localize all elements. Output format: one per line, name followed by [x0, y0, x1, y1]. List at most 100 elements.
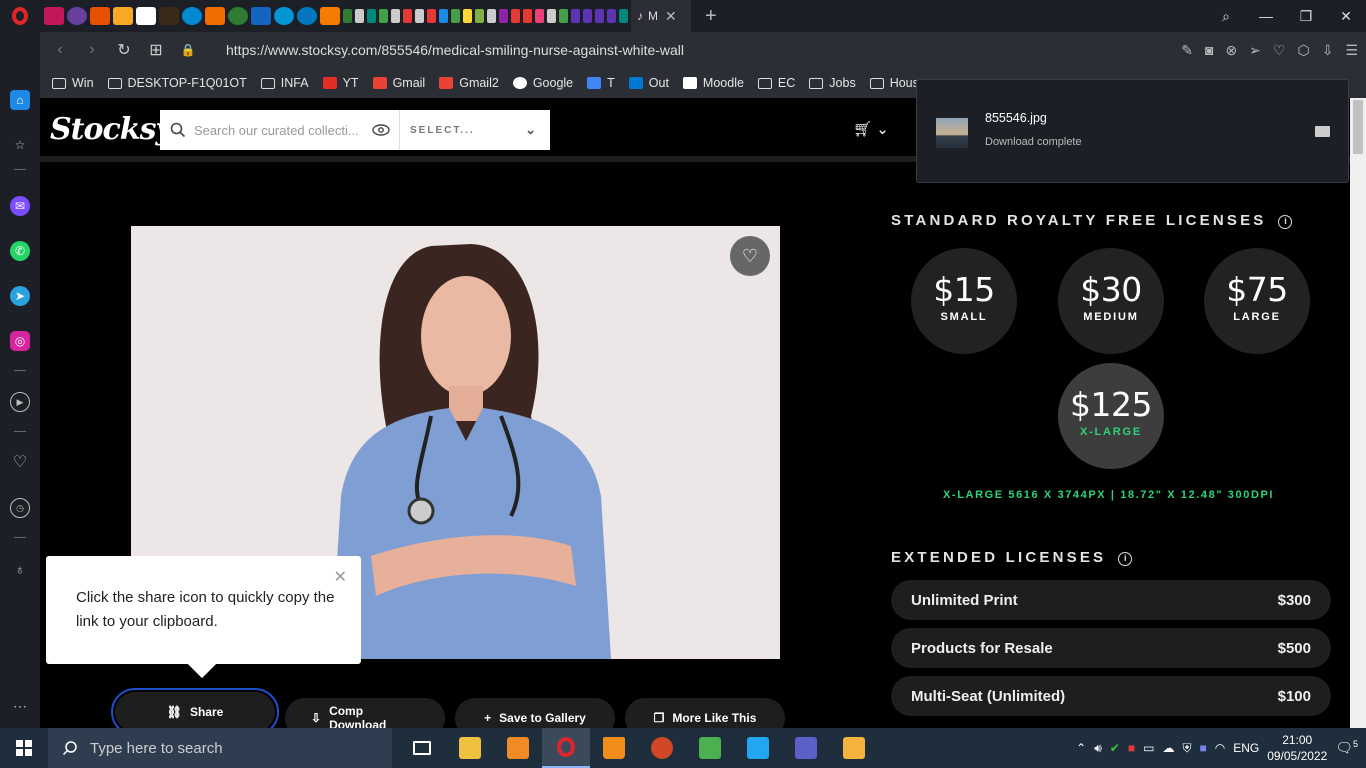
tab-favicon[interactable]	[487, 9, 496, 23]
teams-tray-icon[interactable]: ■	[1199, 741, 1206, 755]
opera-menu-button[interactable]	[0, 0, 40, 32]
tab-favicon[interactable]	[595, 9, 604, 23]
bookmark-outlook[interactable]: Out	[628, 76, 669, 90]
snapshot-camera-icon[interactable]: ◙	[1205, 42, 1213, 58]
share-button[interactable]: ⛓ Share	[111, 688, 279, 728]
bookmark-gmail[interactable]: Gmail	[372, 76, 425, 90]
tab-favicon[interactable]	[559, 9, 568, 23]
tab-favicon[interactable]	[159, 7, 179, 25]
tab-favicon[interactable]	[571, 9, 580, 23]
powerpoint-icon[interactable]	[638, 728, 686, 768]
license-large[interactable]: $75 LARGE	[1204, 248, 1310, 354]
license-small[interactable]: $15 SMALL	[911, 248, 1017, 354]
category-select[interactable]: SELECT... ⌄	[399, 110, 550, 150]
vscode-icon[interactable]	[734, 728, 782, 768]
media-player-icon[interactable]	[830, 728, 878, 768]
bookmark-google[interactable]: Google	[512, 76, 573, 90]
tab-favicon[interactable]	[415, 9, 424, 23]
tab-favicon[interactable]	[391, 9, 400, 23]
info-icon[interactable]: i	[1278, 215, 1293, 229]
minimize-icon[interactable]: —	[1246, 8, 1286, 24]
tab-favicon[interactable]	[403, 9, 412, 23]
player-icon[interactable]: ▶	[10, 392, 30, 412]
tab-favicon[interactable]	[44, 7, 64, 25]
send-icon[interactable]: ➢	[1249, 42, 1261, 59]
restore-icon[interactable]: ❐	[1286, 8, 1326, 25]
license-x-large[interactable]: $125 X-LARGE	[1058, 363, 1164, 469]
taskbar-search[interactable]: Type here to search	[48, 728, 392, 768]
bookmark-win[interactable]: Win	[52, 76, 94, 90]
back-icon[interactable]: ‹	[44, 41, 76, 59]
tips-lightbulb-icon[interactable]: ♁	[10, 559, 30, 579]
tab-favicon[interactable]	[379, 9, 388, 23]
bookmark-hous[interactable]: Hous	[869, 76, 919, 90]
favorites-heart-icon[interactable]: ♡	[10, 452, 30, 472]
history-clock-icon[interactable]: ◷	[10, 498, 30, 518]
cart-icon[interactable]: 🛒︎ ⌄	[853, 120, 889, 138]
task-view-icon[interactable]	[398, 728, 446, 768]
vlc-icon[interactable]	[590, 728, 638, 768]
bookmark-infa[interactable]: INFA	[260, 76, 309, 90]
opera-taskbar-icon[interactable]	[542, 728, 590, 768]
more-like-this-button[interactable]: ❐ More Like This	[625, 698, 785, 728]
tray-app-icon[interactable]: ■	[1128, 741, 1135, 755]
tab-grid-icon[interactable]: ⊞	[140, 40, 172, 60]
download-thumbnail[interactable]	[936, 118, 968, 148]
pdf-app-icon[interactable]	[494, 728, 542, 768]
reload-icon[interactable]: ↻	[108, 40, 140, 60]
close-tooltip-icon[interactable]: ✕	[334, 566, 347, 590]
telegram-icon[interactable]: ➤	[10, 286, 30, 306]
tab-favicon[interactable]	[205, 7, 225, 25]
tab-favicon[interactable]	[499, 9, 508, 23]
stocksy-logo[interactable]: Stocksy	[50, 112, 173, 147]
tab-favicon[interactable]	[355, 9, 364, 23]
tab-favicon[interactable]	[320, 7, 340, 25]
bookmark-gmail2[interactable]: Gmail2	[439, 76, 499, 90]
search-input[interactable]: Search our curated collecti...	[194, 123, 364, 138]
tab-favicon[interactable]	[343, 9, 352, 23]
favorite-heart-button[interactable]: ♡	[730, 236, 770, 276]
tab-favicon[interactable]	[228, 7, 248, 25]
tab-favicon[interactable]	[297, 7, 317, 25]
new-tab-button[interactable]: +	[705, 5, 717, 28]
save-to-gallery-button[interactable]: + Save to Gallery	[455, 698, 615, 728]
downloads-icon[interactable]: ⇩	[1322, 42, 1334, 59]
tab-favicon[interactable]	[251, 7, 271, 25]
tab-favicon[interactable]	[367, 9, 376, 23]
easy-setup-icon[interactable]: ☰	[1345, 42, 1358, 59]
onedrive-cloud-icon[interactable]: ☁	[1162, 741, 1174, 755]
tab-favicon[interactable]	[535, 9, 544, 23]
tab-favicon[interactable]	[67, 7, 87, 25]
more-options-icon[interactable]: ⋯	[10, 696, 30, 716]
adblock-icon[interactable]: ⊗	[1225, 42, 1237, 59]
extended-license-row[interactable]: Unlimited Print $300	[891, 580, 1331, 620]
bookmark-moodle[interactable]: Moodle	[682, 76, 744, 90]
info-icon[interactable]: i	[1118, 552, 1133, 566]
url-field[interactable]: https://www.stocksy.com/855546/medical-s…	[226, 42, 684, 58]
whatsapp-icon[interactable]: ✆	[10, 241, 30, 261]
tab-favicon[interactable]	[463, 9, 472, 23]
download-filename[interactable]: 855546.jpg	[985, 111, 1047, 125]
tab-favicon[interactable]	[511, 9, 520, 23]
tab-favicon[interactable]	[439, 9, 448, 23]
visual-search-eye-icon[interactable]	[372, 124, 390, 136]
tab-favicon[interactable]	[90, 7, 110, 25]
tab-favicon[interactable]	[547, 9, 556, 23]
scrollbar-thumb[interactable]	[1353, 100, 1363, 154]
edit-icon[interactable]: ✎	[1181, 42, 1193, 59]
tab-favicon[interactable]	[274, 7, 294, 25]
lock-icon[interactable]: 🔒	[172, 43, 204, 57]
volume-icon[interactable]: 🔊︎	[1094, 741, 1102, 756]
tab-favicon[interactable]	[113, 7, 133, 25]
tab-favicon[interactable]	[619, 9, 628, 23]
file-explorer-icon[interactable]	[446, 728, 494, 768]
security-check-icon[interactable]: ✔	[1110, 741, 1120, 755]
battery-icon[interactable]: ▭	[1143, 741, 1154, 755]
taskbar-clock[interactable]: 21:00 09/05/2022	[1267, 732, 1327, 764]
tab-favicon[interactable]	[182, 7, 202, 25]
input-language[interactable]: ENG	[1233, 741, 1259, 755]
tab-favicon[interactable]	[451, 9, 460, 23]
messenger-icon[interactable]: ✉	[10, 196, 30, 216]
comp-download-button[interactable]: ⇩ Comp Download	[285, 698, 445, 728]
teams-icon[interactable]	[782, 728, 830, 768]
